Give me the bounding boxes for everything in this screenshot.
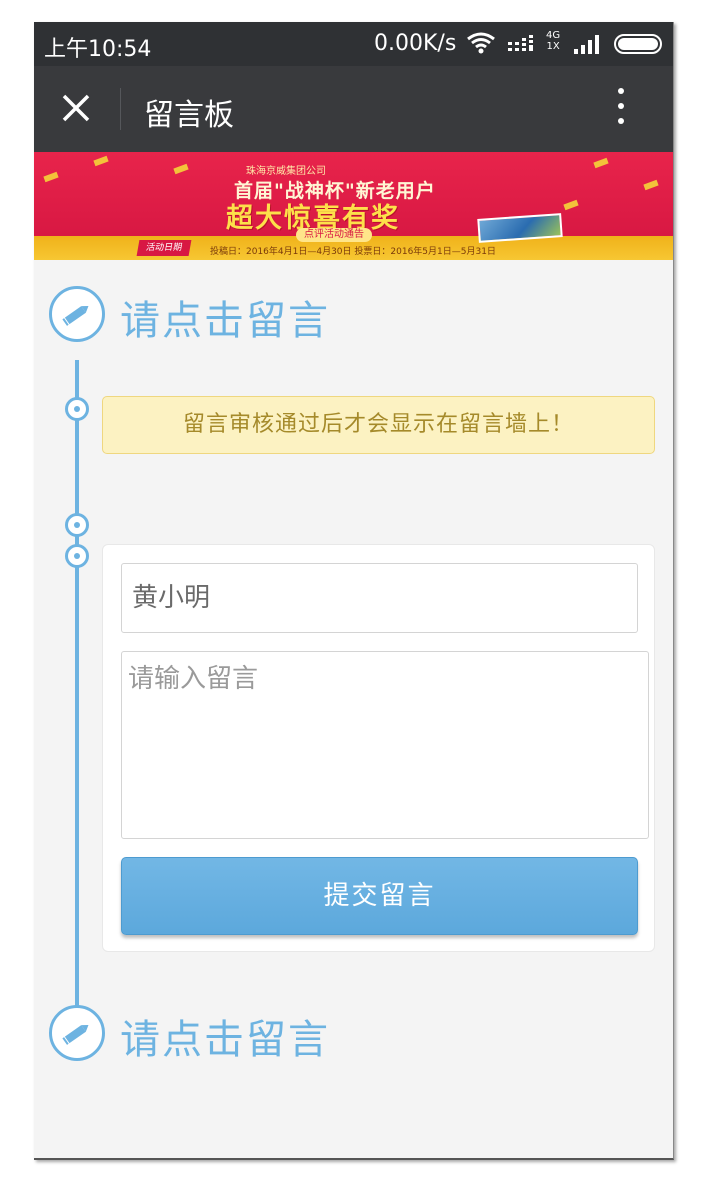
banner-dates: 投稿日：2016年4月1日—4月30日 投票日：2016年5月1日—5月31日 bbox=[210, 247, 496, 257]
timeline-dot bbox=[65, 397, 89, 421]
phone-screen: 上午10:54 0.00K/s 4G 1X 留言板 珠海京威集团公司 首届"战神… bbox=[34, 22, 674, 1160]
review-notice: 留言审核通过后才会显示在留言墙上！ bbox=[102, 396, 655, 454]
signal-icon bbox=[574, 35, 599, 54]
message-field[interactable] bbox=[121, 651, 649, 839]
message-form: 黄小明 提交留言 bbox=[102, 544, 655, 952]
network-type-1x: 1X bbox=[546, 41, 560, 52]
timeline-line bbox=[75, 360, 79, 1030]
banner-company: 珠海京威集团公司 bbox=[246, 166, 326, 177]
submit-message-button[interactable]: 提交留言 bbox=[121, 857, 638, 935]
network-type: 4G 1X bbox=[546, 30, 560, 52]
wifi-icon bbox=[467, 32, 495, 54]
name-field[interactable]: 黄小明 bbox=[121, 563, 638, 633]
pencil-icon[interactable] bbox=[49, 286, 105, 342]
pencil-icon[interactable] bbox=[49, 1005, 105, 1061]
banner-photo bbox=[477, 213, 563, 243]
network-speed: 0.00K/s bbox=[374, 31, 457, 56]
banner-date-badge: 活动日期 bbox=[136, 240, 192, 256]
promo-banner[interactable]: 珠海京威集团公司 首届"战神杯"新老用户 超大惊喜有奖 点评活动通告 活动日期 … bbox=[34, 152, 673, 260]
banner-notice: 点评活动通告 bbox=[296, 228, 372, 242]
close-icon[interactable] bbox=[60, 92, 92, 124]
nav-divider bbox=[120, 88, 121, 130]
leave-message-link[interactable]: 请点击留言 bbox=[120, 1007, 330, 1065]
more-vertical-icon[interactable] bbox=[614, 88, 628, 132]
network-type-4g: 4G bbox=[546, 30, 561, 41]
status-bar: 上午10:54 0.00K/s 4G 1X bbox=[34, 22, 673, 66]
battery-icon bbox=[614, 34, 662, 54]
timeline-dot bbox=[65, 513, 89, 537]
signal-icon bbox=[508, 35, 533, 51]
timeline-dot bbox=[65, 544, 89, 568]
nav-bar: 留言板 bbox=[34, 66, 673, 152]
page-title: 留言板 bbox=[144, 98, 234, 133]
status-time: 上午10:54 bbox=[44, 37, 152, 62]
leave-message-link[interactable]: 请点击留言 bbox=[120, 288, 330, 346]
